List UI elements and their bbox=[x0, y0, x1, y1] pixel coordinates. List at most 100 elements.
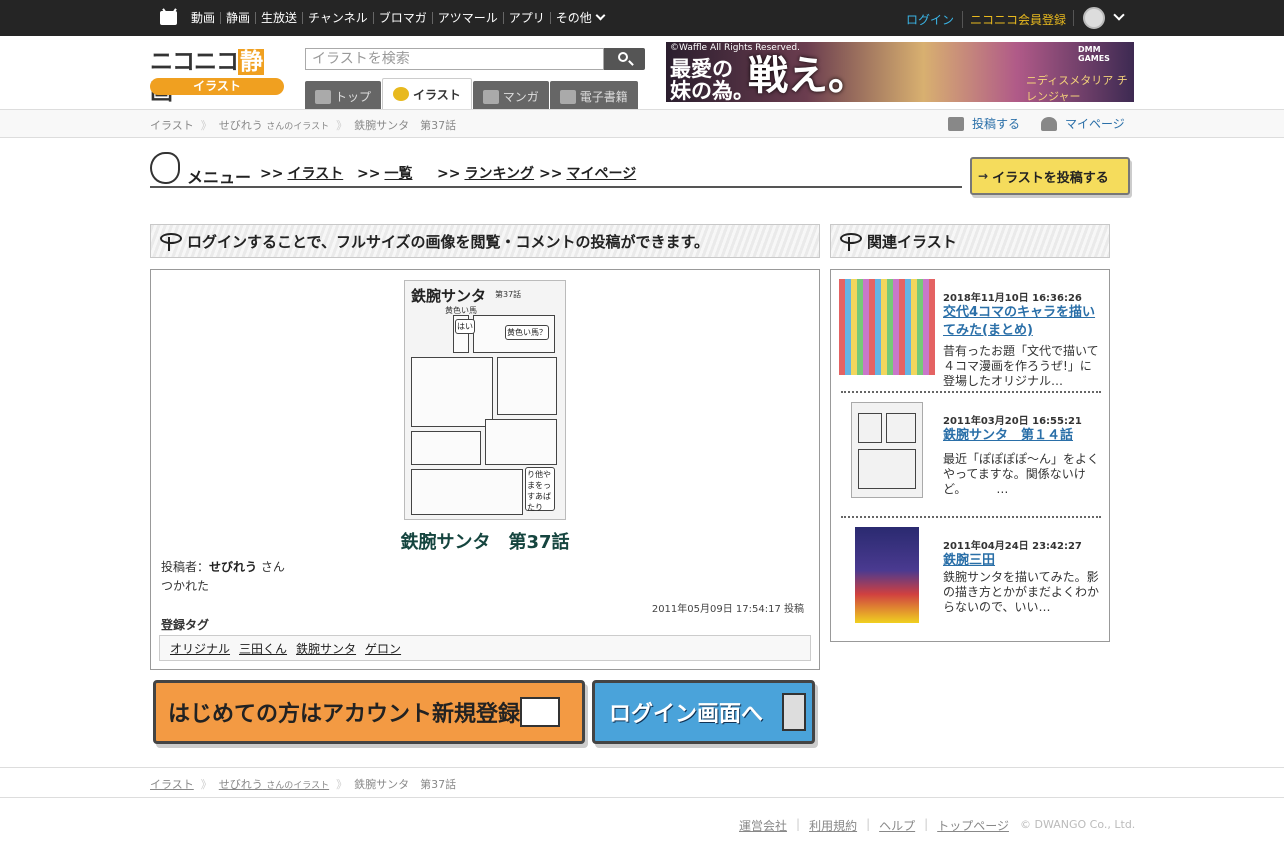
nav-blomaga[interactable]: ブロマガ bbox=[372, 12, 432, 24]
menu-link-label: 一覧 bbox=[384, 166, 413, 182]
global-nav: 動画 静画 生放送 チャンネル ブロマガ アツマール アプリ その他 bbox=[186, 0, 609, 36]
logo-text: ニコニコ静画 bbox=[150, 47, 285, 107]
banner-copyright: ©Waffle All Rights Reserved. bbox=[670, 43, 800, 53]
ad-banner[interactable]: ©Waffle All Rights Reserved. 最愛の 妹の為。 戦え。… bbox=[666, 42, 1134, 102]
nav-more-label: その他 bbox=[555, 11, 592, 25]
nav-app[interactable]: アプリ bbox=[502, 12, 550, 24]
breadcrumb-sep: 》 bbox=[336, 119, 348, 132]
tab-illust-label: イラスト bbox=[413, 87, 461, 102]
tab-ebook-label: 電子書籍 bbox=[579, 90, 628, 104]
poster-suffix: さん bbox=[260, 560, 285, 574]
breadcrumb-user-name: せびれう bbox=[218, 119, 263, 132]
banner-logo: ニディスメタリア チレンジャー bbox=[1026, 74, 1128, 102]
menu-title: メニュー bbox=[187, 168, 252, 187]
footer-breadcrumb: イラスト 》 せびれう さんのイラスト 》 鉄腕サンタ 第37話 bbox=[150, 776, 456, 792]
related-desc: 昔有ったお題「文代で描いて４コマ漫画を作ろうぜ!」に登場したオリジナル… bbox=[943, 344, 1099, 388]
sprout-icon bbox=[839, 231, 862, 251]
art-panel bbox=[497, 357, 557, 415]
login-link[interactable]: ログイン bbox=[906, 11, 954, 28]
mypage-link-label: マイページ bbox=[1065, 117, 1125, 131]
mypage-link[interactable]: マイページ bbox=[1041, 115, 1125, 132]
thumb-panel bbox=[858, 413, 882, 443]
tab-illust[interactable]: イラスト bbox=[382, 78, 472, 109]
login-screen-button[interactable]: ログイン画面へ bbox=[592, 680, 815, 744]
breadcrumb-user-suffix: さんのイラスト bbox=[266, 781, 330, 791]
footer-link-help[interactable]: ヘルプ bbox=[879, 817, 915, 834]
footer-sep: | bbox=[866, 817, 871, 831]
upload-illust-button[interactable]: → イラストを投稿する bbox=[970, 157, 1130, 195]
upload-icon bbox=[948, 116, 964, 131]
related-title[interactable]: 鉄腕サンタ 第１４話 bbox=[943, 427, 1101, 445]
art-panel bbox=[411, 431, 481, 465]
copyright: © DWANGO Co., Ltd. bbox=[1020, 818, 1136, 831]
breadcrumb-user[interactable]: せびれう さんのイラスト bbox=[219, 117, 329, 133]
related-thumbnail[interactable] bbox=[851, 402, 923, 498]
breadcrumb-home[interactable]: イラスト bbox=[150, 117, 194, 133]
poster-label: 投稿者： bbox=[161, 560, 210, 574]
chevron-down-icon[interactable] bbox=[1113, 9, 1125, 21]
breadcrumb-home[interactable]: イラスト bbox=[150, 776, 194, 792]
tab-ebook[interactable]: 電子書籍 bbox=[549, 81, 638, 112]
menu-prefix: >> bbox=[357, 166, 381, 182]
tag-link[interactable]: 三田くん bbox=[239, 640, 287, 657]
login-screen-label: ログイン画面へ bbox=[609, 702, 764, 727]
seiga-logo[interactable]: ニコニコ静画 イラスト bbox=[150, 47, 285, 105]
search-input[interactable]: イラストを検索 bbox=[305, 48, 604, 70]
avatar[interactable] bbox=[1083, 7, 1105, 29]
related-desc: 最近「ぽぽぽぽ～ん」をよくやってますな。関係ないけど。 … bbox=[943, 452, 1100, 496]
related-title[interactable]: 交代4コマのキャラを描いてみた(まとめ) bbox=[943, 304, 1101, 340]
menu-link-list[interactable]: >> 一覧 bbox=[357, 163, 412, 183]
tab-top[interactable]: トップ bbox=[305, 81, 382, 112]
illust-icon bbox=[393, 87, 410, 101]
menu-link-mypage[interactable]: >> マイページ bbox=[539, 163, 636, 183]
related-thumbnail[interactable] bbox=[855, 527, 919, 623]
menu-link-illust[interactable]: >> イラスト bbox=[260, 163, 343, 183]
art-speech-bubble: り他やまをっすあばたり bbox=[525, 467, 555, 512]
tag-link[interactable]: オリジナル bbox=[170, 640, 230, 657]
related-header-text: 関連イラスト bbox=[867, 232, 957, 251]
tab-manga-label: マンガ bbox=[502, 90, 539, 104]
register-account-button[interactable]: はじめての方はアカウント新規登録へ bbox=[153, 680, 585, 744]
footer-link-company[interactable]: 運営会社 bbox=[739, 817, 787, 834]
chevron-down-icon bbox=[595, 10, 606, 21]
tag-link[interactable]: ゲロン bbox=[365, 640, 401, 657]
art-episode: 第37話 bbox=[495, 290, 522, 299]
nav-atsumaru[interactable]: アツマール bbox=[431, 12, 503, 24]
nav-more[interactable]: その他 bbox=[549, 10, 609, 25]
related-thumbnail[interactable] bbox=[839, 279, 935, 375]
menu-link-ranking[interactable]: >> ランキング bbox=[437, 163, 534, 183]
search-button[interactable] bbox=[604, 48, 645, 70]
breadcrumb-user[interactable]: せびれう さんのイラスト bbox=[219, 776, 329, 792]
nav-seiga[interactable]: 静画 bbox=[220, 12, 255, 24]
footer-link-terms[interactable]: 利用規約 bbox=[809, 817, 857, 834]
illust-image[interactable]: 鉄腕サンタ 第37話 黄色い馬 黄色い馬？ はい り他やまをっすあばたり bbox=[404, 280, 566, 520]
nav-channel[interactable]: チャンネル bbox=[302, 12, 373, 24]
niconico-tv-icon[interactable] bbox=[160, 11, 177, 25]
divider bbox=[841, 516, 1101, 518]
footer-link-top[interactable]: トップページ bbox=[937, 817, 1009, 834]
art-panel bbox=[411, 357, 493, 427]
tag-link[interactable]: 鉄腕サンタ bbox=[296, 640, 356, 657]
upload-illust-label: イラストを投稿する bbox=[992, 170, 1109, 186]
search-icon bbox=[618, 52, 628, 62]
related-date: 2011年04月24日 23:42:27 bbox=[943, 541, 1082, 552]
art-panel bbox=[485, 419, 557, 465]
tab-manga[interactable]: マンガ bbox=[472, 81, 549, 112]
signup-link[interactable]: ニコニコ会員登録 bbox=[962, 11, 1066, 28]
post-link[interactable]: 投稿する bbox=[948, 115, 1020, 132]
login-notice-header: ログインすることで、フルサイズの画像を閲覧・コメントの投稿ができます。 bbox=[150, 224, 820, 258]
poster-name[interactable]: せびれう bbox=[209, 560, 257, 574]
related-title[interactable]: 鉄腕三田 bbox=[943, 552, 1101, 570]
nav-live[interactable]: 生放送 bbox=[255, 12, 302, 24]
nav-video[interactable]: 動画 bbox=[186, 12, 220, 24]
global-navbar: 動画 静画 生放送 チャンネル ブロマガ アツマール アプリ その他 ログイン … bbox=[0, 0, 1284, 36]
footer-sep: | bbox=[796, 817, 801, 831]
menu-link-label: マイページ bbox=[566, 166, 637, 182]
banner-brand: DMM GAMES bbox=[1078, 45, 1110, 63]
thumb-panel bbox=[886, 413, 916, 443]
register-account-label: はじめての方はアカウント新規登録へ bbox=[168, 702, 543, 727]
footer-links: 運営会社 | 利用規約 | ヘルプ | トップページ bbox=[739, 817, 1009, 834]
related-header: 関連イラスト bbox=[830, 224, 1110, 258]
tv-mascot-icon bbox=[520, 697, 560, 727]
banner-line1a: 最愛の bbox=[670, 57, 733, 81]
